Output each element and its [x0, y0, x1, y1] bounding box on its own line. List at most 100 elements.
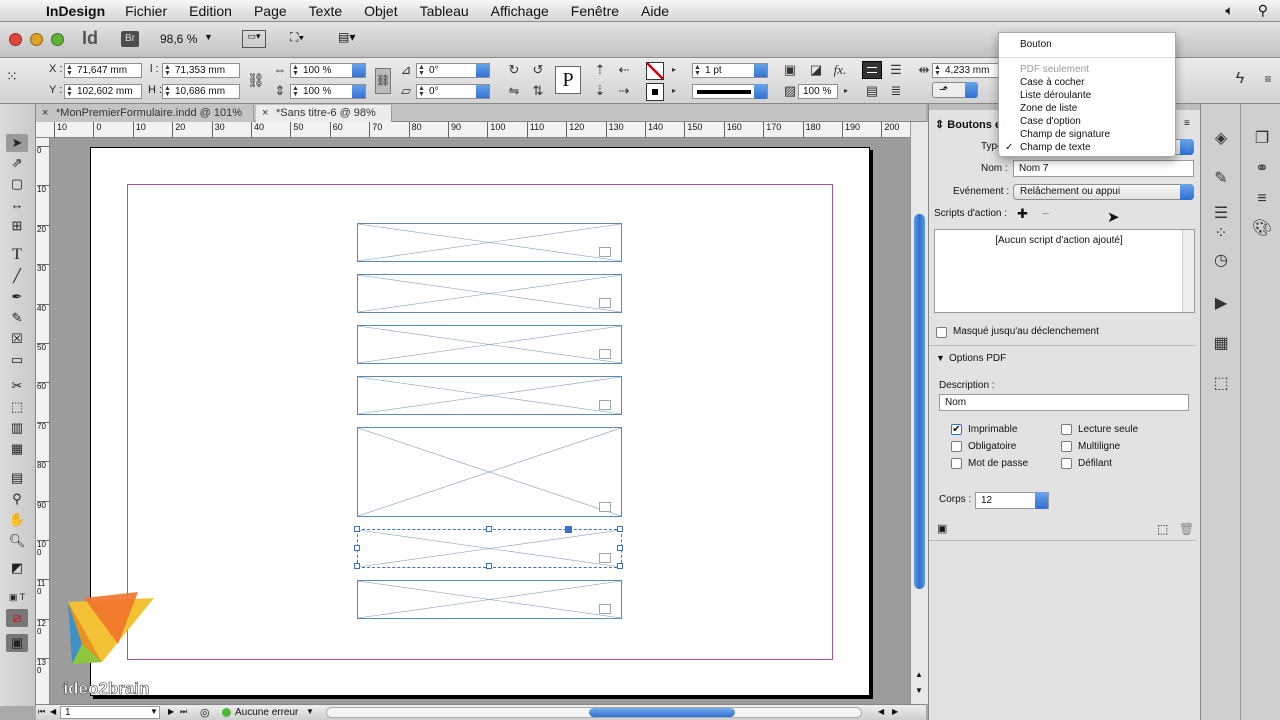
layers-icon[interactable]: ◈ — [1204, 124, 1238, 154]
select-next-icon[interactable]: ⇢ — [614, 82, 634, 100]
menu-item-bouton[interactable]: Bouton — [1020, 39, 1052, 50]
formatting-affects-icon[interactable]: ▣ T — [6, 588, 28, 606]
screen-mode-icon[interactable]: ⛶▾ — [290, 30, 316, 48]
select-content-icon[interactable]: ⇣ — [590, 82, 610, 100]
rotate-ccw-icon[interactable]: ↺ — [528, 61, 548, 79]
preview-panel-icon[interactable]: ▶ — [1204, 289, 1238, 319]
text-wrap-box-icon[interactable]: ☰ — [886, 61, 906, 79]
disclosure-triangle-icon[interactable]: ▼ — [936, 353, 945, 363]
hand-tool-icon[interactable]: ✋ — [6, 511, 28, 529]
select-previous-icon[interactable]: ⇠ — [614, 61, 634, 79]
document-page[interactable] — [90, 147, 870, 696]
drop-shadow-icon[interactable]: ◪ — [806, 61, 826, 79]
pasteboard[interactable] — [50, 138, 910, 704]
next-page-icon[interactable]: ▶ — [168, 707, 174, 716]
multiligne-checkbox[interactable] — [1061, 441, 1072, 452]
defilant-checkbox[interactable] — [1061, 458, 1072, 469]
masque-checkbox[interactable] — [936, 327, 947, 338]
scroll-down-icon[interactable]: ▼ — [915, 686, 923, 695]
close-tab-icon[interactable]: × — [262, 105, 268, 121]
rectangle-tool-icon[interactable]: ▭ — [6, 351, 28, 369]
scissors-tool-icon[interactable]: ✂ — [6, 377, 28, 395]
selection-handle[interactable] — [617, 526, 623, 532]
constrain-proportions-icon[interactable]: ⛓ — [247, 72, 265, 89]
media-icon[interactable]: ▦ — [1204, 329, 1238, 359]
flip-vertical-icon[interactable]: ⇅ — [528, 82, 548, 100]
view-options-button[interactable]: ▭▾ — [242, 30, 266, 48]
text-field-frame[interactable] — [357, 376, 622, 415]
zoom-window-button[interactable] — [51, 33, 64, 46]
select-container-icon[interactable]: ⇡ — [590, 61, 610, 79]
buttons-forms-icon[interactable]: ⬚ — [1204, 369, 1238, 399]
view-mode-icon[interactable]: ▣ — [6, 634, 28, 652]
text-wrap-icon[interactable]: ✎ — [1204, 164, 1238, 194]
stroke-swatch[interactable] — [646, 83, 664, 101]
rectangle-frame-tool-icon[interactable]: ☒ — [6, 330, 28, 348]
scroll-up-icon[interactable]: ▲ — [915, 670, 923, 679]
horizontal-scroll-thumb[interactable] — [589, 708, 735, 717]
fit-frame-icon[interactable]: ▣ — [780, 61, 800, 79]
fill-swatch[interactable] — [646, 62, 664, 80]
corps-field[interactable]: 12 — [975, 492, 1049, 509]
panel-title[interactable]: ⇕ Boutons et — [935, 118, 1005, 131]
preflight-icon[interactable]: ◎ — [200, 706, 210, 719]
stroke-icon[interactable]: ≡ — [1245, 184, 1279, 214]
text-field-frame[interactable] — [357, 580, 622, 619]
scale-x-field[interactable]: ▲ ▼ 100 % — [290, 63, 366, 78]
line-tool-icon[interactable]: ╱ — [6, 267, 28, 285]
fill-stroke-icon[interactable]: ◩ — [6, 559, 28, 577]
zoom-level[interactable]: 98,6 % — [160, 32, 197, 46]
convert-object-icon[interactable]: ⬚ — [1157, 522, 1168, 536]
obligatoire-checkbox[interactable] — [951, 441, 962, 452]
page-menu-chevron-icon[interactable]: ▼ — [150, 707, 158, 716]
swatches-icon[interactable]: 🎨︎ — [1245, 214, 1279, 244]
mot-de-passe-checkbox[interactable] — [951, 458, 962, 469]
timing-icon[interactable]: ◷ — [1204, 246, 1238, 276]
page-number-field[interactable]: 1 — [60, 706, 160, 719]
flip-horizontal-icon[interactable]: ⇋ — [504, 82, 524, 100]
menu-item-zone-de-liste[interactable]: Zone de liste — [1020, 103, 1077, 114]
opacity-field[interactable]: 100 % — [798, 84, 838, 99]
scale-y-field[interactable]: ▲ ▼ 100 % — [290, 84, 366, 99]
gradient-swatch-tool-icon[interactable]: ▥ — [6, 419, 28, 437]
menu-tableau[interactable]: Tableau — [420, 3, 469, 19]
stroke-weight-field[interactable]: ▲ ▼ 1 pt — [692, 63, 768, 78]
menu-texte[interactable]: Texte — [309, 3, 342, 19]
action-scripts-list[interactable]: [Aucun script d'action ajouté] — [934, 229, 1195, 313]
selection-tool-icon[interactable]: ➤ — [6, 134, 28, 152]
free-transform-tool-icon[interactable]: ⬚ — [6, 398, 28, 416]
nom-field[interactable]: Nom 7 — [1013, 160, 1194, 177]
first-page-icon[interactable]: ⏮ — [38, 707, 45, 717]
text-wrap-none-icon[interactable] — [862, 61, 882, 79]
close-tab-icon[interactable]: × — [42, 105, 48, 121]
preflight-status-text[interactable]: Aucune erreur — [235, 707, 298, 718]
quick-apply-icon[interactable]: ϟ — [1230, 70, 1250, 88]
text-field-frame[interactable] — [357, 274, 622, 313]
corner-options-select[interactable]: ⬏ — [932, 82, 978, 98]
zoom-tool-icon[interactable]: 🔍︎ — [6, 532, 28, 550]
apply-none-icon[interactable]: ⧄ — [6, 609, 28, 627]
selection-handle[interactable] — [485, 563, 492, 569]
panel-menu-icon[interactable]: ≡ — [1184, 118, 1190, 129]
selection-handle[interactable] — [354, 526, 360, 532]
width-field[interactable]: ▲ ▼ 71,353 mm — [162, 63, 240, 78]
pen-tool-icon[interactable]: ✒ — [6, 288, 28, 306]
menu-aide[interactable]: Aide — [641, 3, 669, 19]
text-wrap-jump-icon[interactable]: ≣ — [886, 82, 906, 100]
y-position-field[interactable]: ▲ ▼ 102,602 mm — [64, 84, 142, 99]
tab-sans-titre-6[interactable]: × *Sans titre-6 @ 98% — [256, 105, 392, 122]
selection-handle[interactable] — [354, 544, 360, 551]
gradient-feather-tool-icon[interactable]: ▦ — [6, 440, 28, 458]
preview-icon[interactable]: ▣ — [937, 522, 947, 535]
paragraph-mode-icon[interactable]: P — [555, 66, 581, 94]
arrange-documents-icon[interactable]: ▤▾ — [338, 30, 364, 48]
x-position-field[interactable]: ▲ ▼ 71,647 mm — [64, 63, 142, 78]
remove-action-icon[interactable]: − — [1042, 206, 1050, 221]
close-window-button[interactable] — [9, 33, 22, 46]
offset-field[interactable]: ▲ ▼ 4,233 mm — [932, 63, 1000, 78]
vertical-scroll-thumb[interactable] — [914, 214, 925, 589]
menu-item-case-d-option[interactable]: Case d'option — [1020, 116, 1081, 127]
menu-fichier[interactable]: Fichier — [125, 3, 167, 19]
gap-tool-icon[interactable]: ↔ — [6, 196, 28, 214]
note-tool-icon[interactable]: ▤ — [6, 469, 28, 487]
